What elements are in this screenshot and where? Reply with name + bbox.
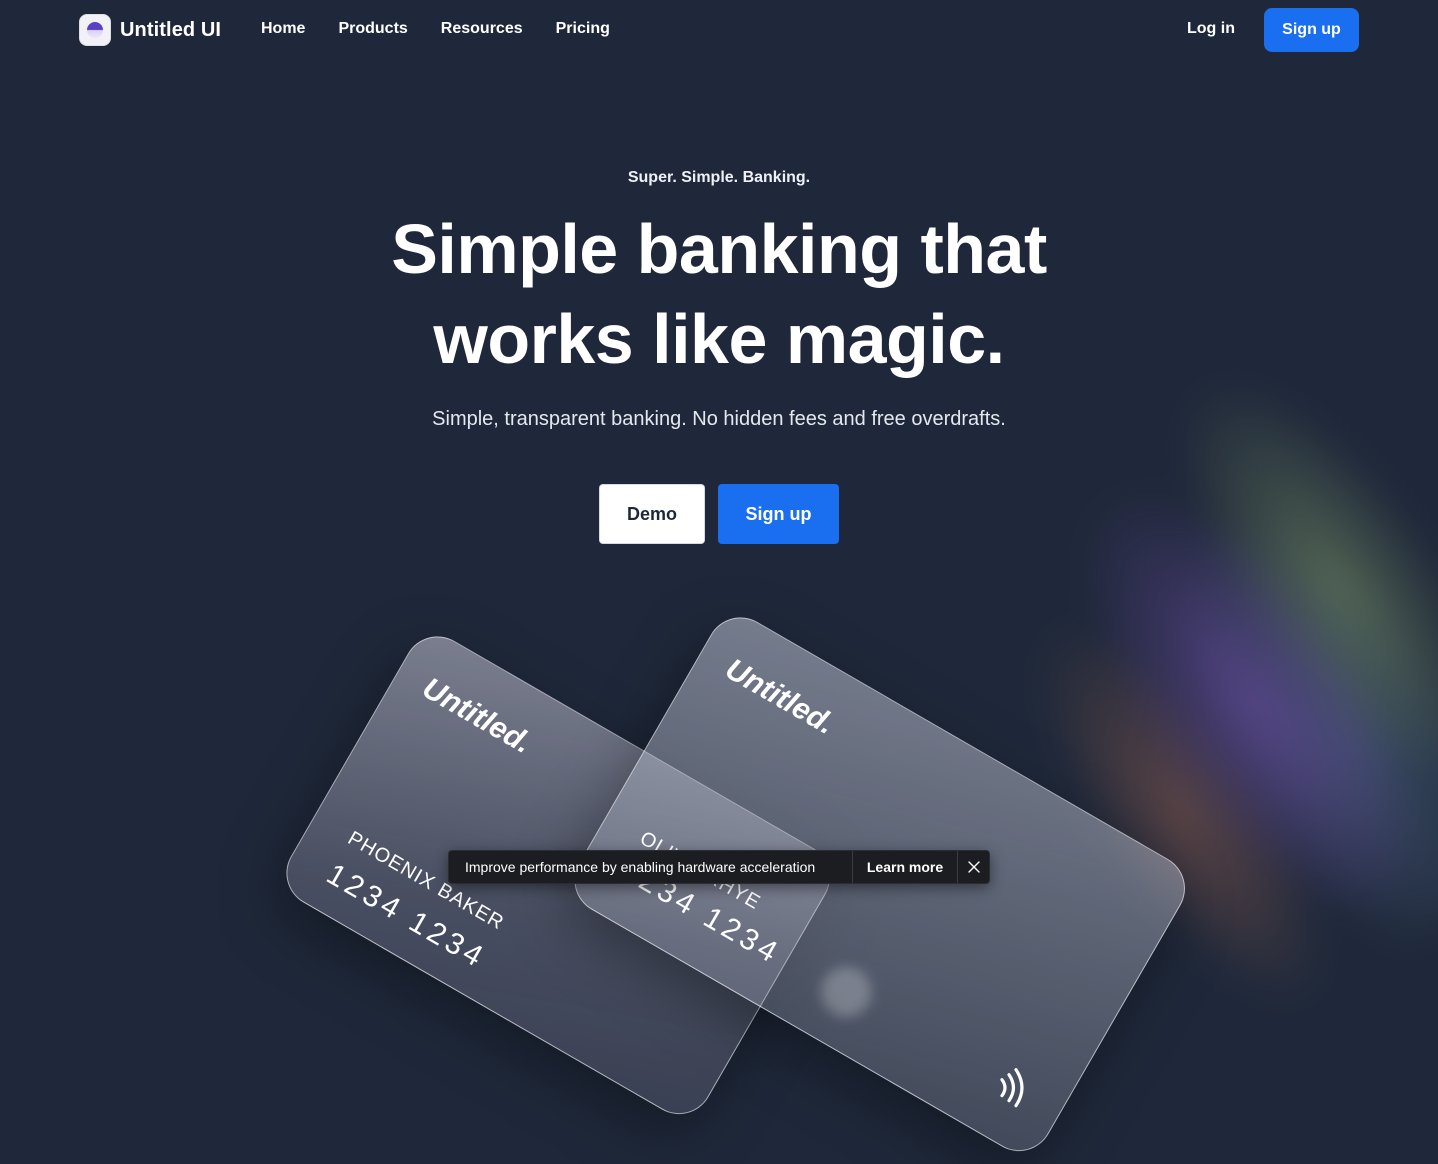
- card-brand: Untitled.: [719, 652, 841, 742]
- nav-link-resources[interactable]: Resources: [441, 20, 523, 38]
- hardware-acceleration-toast: Improve performance by enabling hardware…: [448, 850, 990, 884]
- headline-line-1: Simple banking that: [391, 210, 1047, 288]
- hero-headline: Simple banking that works like magic.: [0, 204, 1438, 384]
- nav-link-home[interactable]: Home: [261, 20, 305, 38]
- logo-mark-icon: [79, 14, 111, 46]
- card-brand: Untitled.: [416, 671, 538, 761]
- main-menu: Home Products Resources Pricing: [261, 20, 610, 38]
- top-nav: Untitled UI Home Products Resources Pric…: [0, 0, 1438, 60]
- hero-subtitle: Simple, transparent banking. No hidden f…: [432, 408, 1006, 430]
- toast-message: Improve performance by enabling hardware…: [465, 859, 816, 875]
- card-chip-glare: [812, 957, 881, 1027]
- nav-signup-button[interactable]: Sign up: [1264, 8, 1359, 52]
- contactless-icon: [1000, 1068, 1024, 1108]
- learn-more-button[interactable]: Learn more: [853, 851, 957, 883]
- hero-signup-button[interactable]: Sign up: [718, 484, 839, 544]
- brand-logo[interactable]: Untitled UI: [79, 14, 221, 46]
- toast-close-button[interactable]: [958, 851, 989, 883]
- login-link[interactable]: Log in: [1187, 20, 1235, 38]
- brand-name: Untitled UI: [120, 18, 222, 41]
- nav-link-products[interactable]: Products: [338, 20, 407, 38]
- hero-eyebrow: Super. Simple. Banking.: [627, 169, 811, 186]
- headline-line-2: works like magic.: [433, 300, 1005, 378]
- close-icon: [967, 861, 980, 873]
- nav-link-pricing[interactable]: Pricing: [556, 20, 610, 38]
- demo-button[interactable]: Demo: [599, 484, 705, 544]
